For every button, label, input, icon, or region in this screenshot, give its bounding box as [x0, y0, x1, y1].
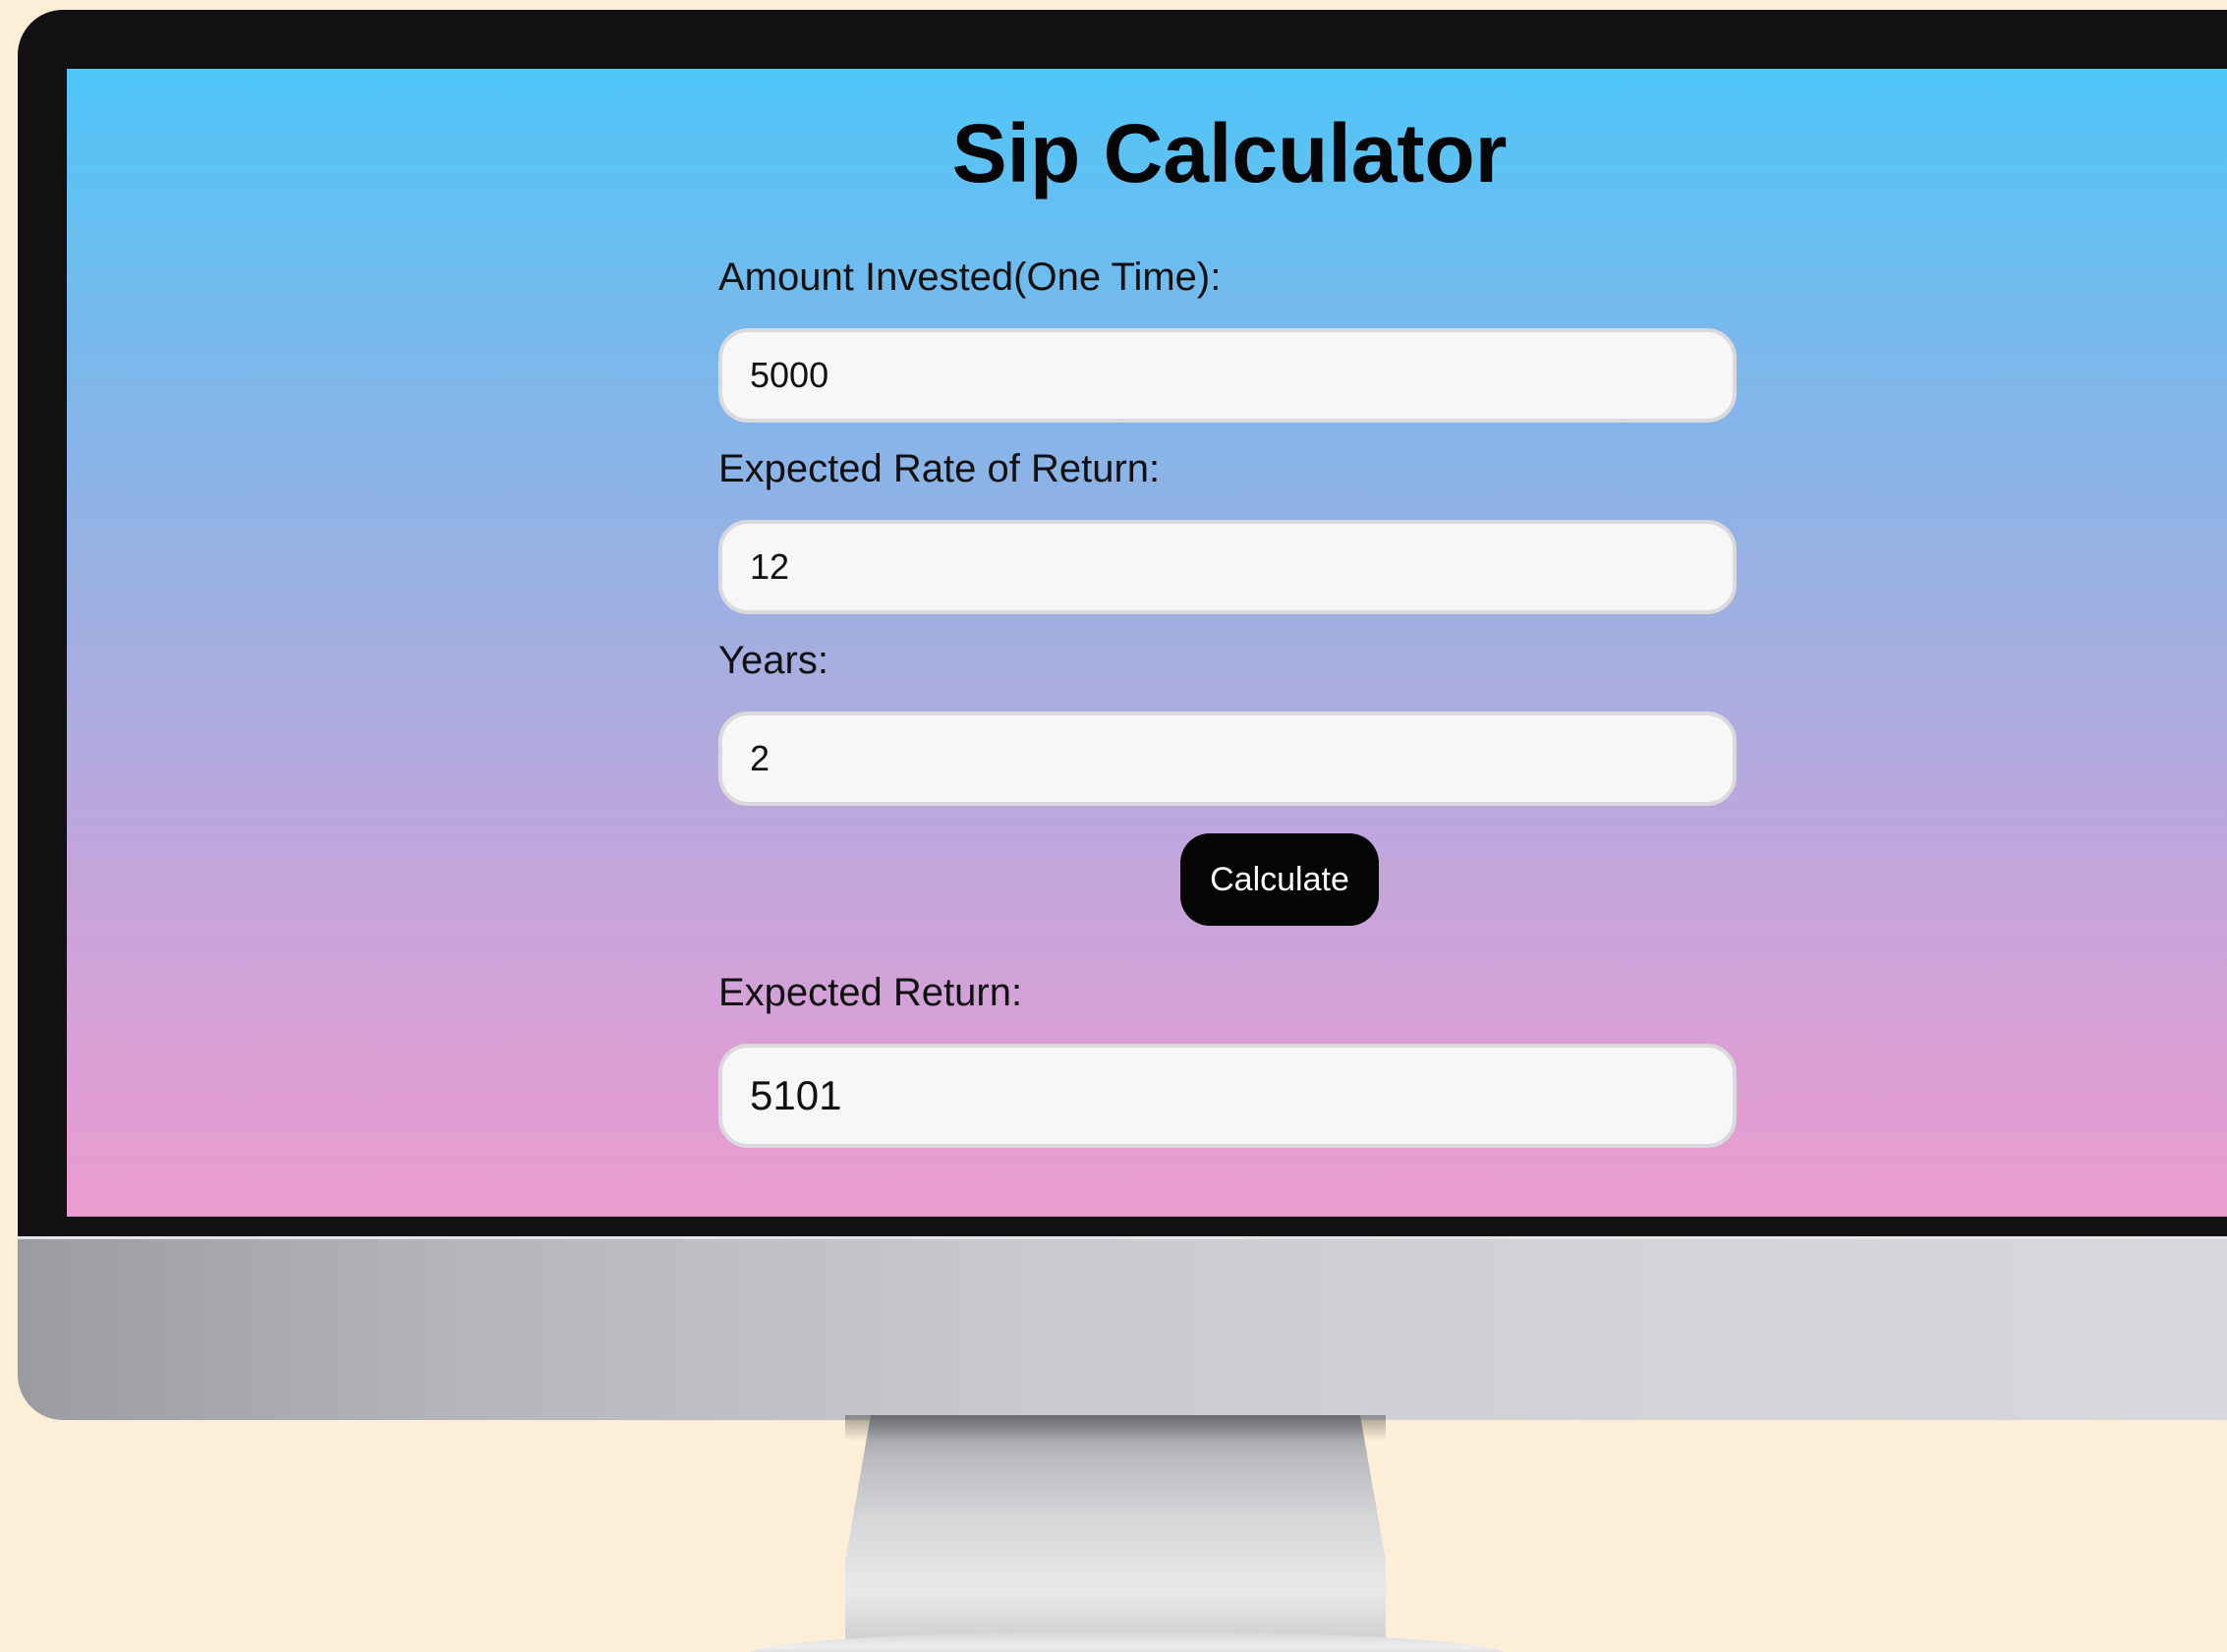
expected-rate-input[interactable] [718, 520, 1737, 614]
amount-invested-label: Amount Invested(One Time): [718, 256, 1222, 299]
expected-return-output [718, 1044, 1737, 1148]
page-title: Sip Calculator [951, 107, 1508, 199]
monitor-stand-neck [845, 1415, 1386, 1651]
stand-shadow [845, 1415, 1386, 1441]
monitor-screen: Sip Calculator Amount Invested(One Time)… [67, 69, 2227, 1217]
monitor-chin [18, 1236, 2227, 1420]
monitor-bezel: Sip Calculator Amount Invested(One Time)… [18, 10, 2227, 1240]
page-background: Sip Calculator Amount Invested(One Time)… [0, 0, 2227, 1652]
expected-rate-label: Expected Rate of Return: [718, 447, 1161, 490]
years-input[interactable] [718, 712, 1737, 806]
calculate-button[interactable]: Calculate [1180, 833, 1379, 926]
years-label: Years: [718, 639, 828, 682]
expected-return-label: Expected Return: [718, 971, 1023, 1014]
amount-invested-input[interactable] [718, 328, 1737, 423]
